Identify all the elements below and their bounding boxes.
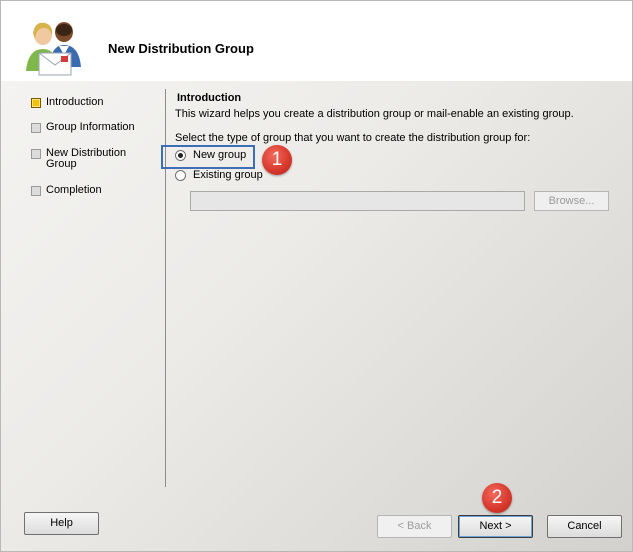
help-button[interactable]: Help (24, 512, 99, 535)
section-description: This wizard helps you create a distribut… (175, 108, 574, 120)
step-pending-icon (31, 149, 41, 159)
step-pending-icon (31, 123, 41, 133)
wizard-window: New Distribution Group Introduction Grou… (0, 0, 633, 552)
radio-existing-group[interactable]: Existing group (175, 169, 263, 181)
group-type-label: Select the type of group that you want t… (175, 132, 531, 144)
step-pending-icon (31, 186, 41, 196)
users-mail-icon (26, 22, 81, 76)
nav-item-group-information[interactable]: Group Information (31, 122, 161, 133)
next-button[interactable]: Next > (458, 515, 533, 538)
radio-label: Existing group (193, 169, 263, 181)
nav-item-label: Completion (46, 184, 102, 196)
browse-button: Browse... (534, 191, 609, 211)
radio-button-unchecked[interactable] (175, 169, 186, 181)
nav-item-completion[interactable]: Completion (31, 185, 161, 196)
cancel-button[interactable]: Cancel (547, 515, 622, 538)
step-active-icon (31, 98, 41, 108)
nav-item-new-distribution-group[interactable]: New Distribution Group (31, 148, 161, 170)
nav-item-label: Introduction (46, 96, 104, 108)
nav-item-introduction[interactable]: Introduction (31, 97, 161, 108)
existing-group-field (190, 191, 525, 211)
wizard-header: New Distribution Group (1, 1, 632, 81)
wizard-title: New Distribution Group (108, 41, 254, 56)
back-button: < Back (377, 515, 452, 538)
nav-item-label: Group Information (46, 121, 135, 133)
nav-item-label: New Distribution Group (46, 147, 127, 170)
step-badge-2: 2 (482, 483, 512, 513)
section-title: Introduction (177, 92, 242, 104)
step-badge-1: 1 (262, 145, 292, 175)
highlight-annotation (161, 145, 255, 169)
